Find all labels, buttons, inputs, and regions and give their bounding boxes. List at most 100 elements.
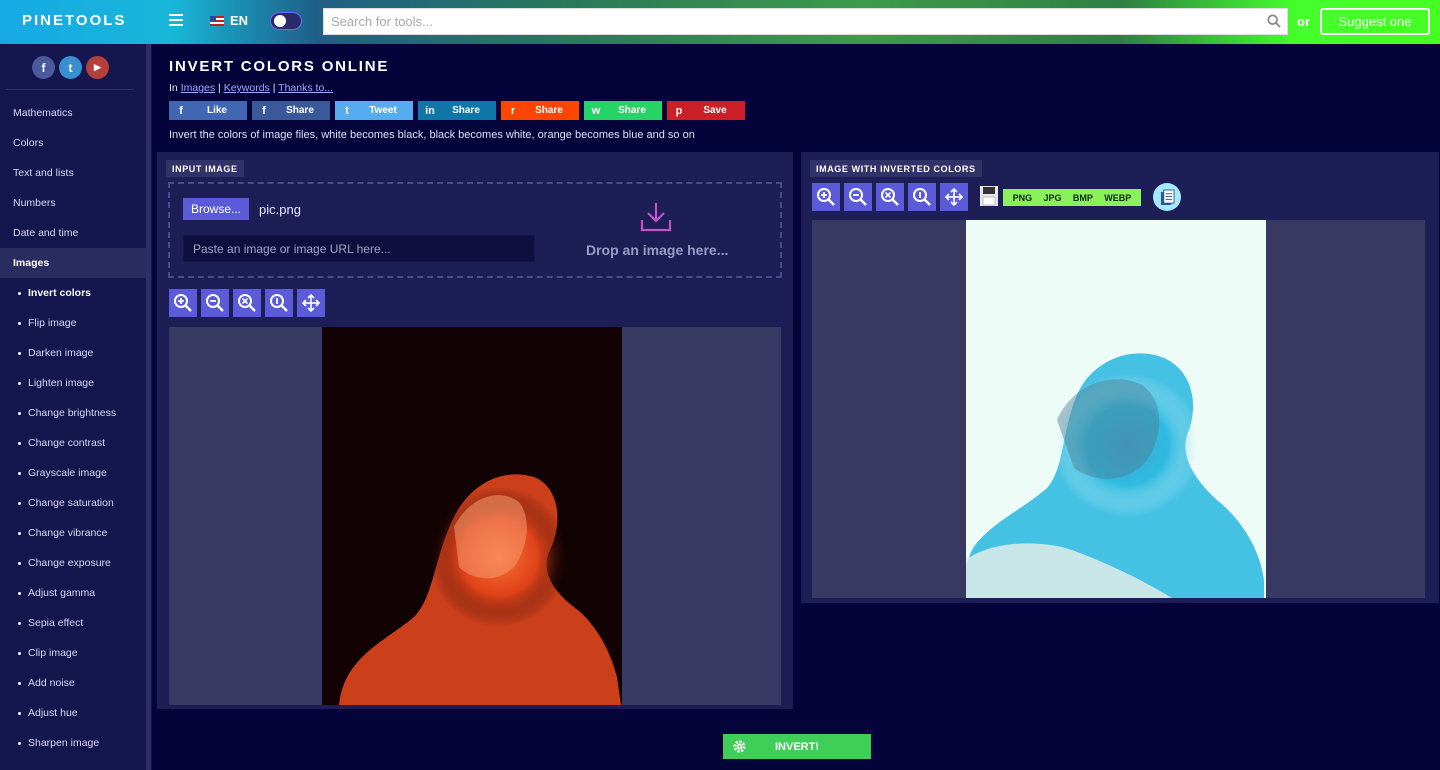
download-bmp-button[interactable]: BMP [1073, 193, 1093, 203]
sidebar-divider [6, 89, 134, 90]
sidebar-subitem-adjust-gamma[interactable]: Adjust gamma [0, 578, 146, 608]
copy-to-clipboard-button[interactable] [1153, 183, 1181, 211]
whatsapp-icon: w [591, 104, 601, 117]
sidebar-subitem-lighten-image[interactable]: Lighten image [0, 368, 146, 398]
sidebar-item-colors[interactable]: Colors [0, 128, 146, 158]
site-logo[interactable]: PINETOOLS [22, 12, 126, 29]
sidebar-subitem-change-brightness[interactable]: Change brightness [0, 398, 146, 428]
sidebar-scrollbar[interactable] [146, 44, 151, 770]
dark-mode-toggle[interactable] [270, 12, 302, 30]
download-webp-button[interactable]: WEBP [1104, 193, 1131, 203]
sidebar-subitem-darken-image[interactable]: Darken image [0, 338, 146, 368]
output-zoom-actual-size-button[interactable] [908, 183, 936, 211]
zoom-in-button[interactable] [169, 289, 197, 317]
move-button[interactable] [297, 289, 325, 317]
zoom-actual-icon [270, 294, 288, 312]
share-label: Save [703, 105, 727, 116]
sidebar-item-numbers[interactable]: Numbers [0, 188, 146, 218]
input-image-panel: INPUT IMAGE Browse... pic.png Drop an im… [157, 152, 793, 709]
sidebar-subitem-clip-image[interactable]: Clip image [0, 638, 146, 668]
language-selector[interactable]: EN [210, 13, 248, 28]
output-zoom-reset-button[interactable] [876, 183, 904, 211]
zoom-reset-icon [881, 188, 899, 206]
top-header: PINETOOLS EN or Suggest one [0, 0, 1440, 44]
page-title: INVERT COLORS ONLINE [169, 58, 390, 75]
output-image-label: IMAGE WITH INVERTED COLORS [810, 160, 982, 177]
search-bar [323, 8, 1288, 35]
whatsapp-share-button[interactable]: w Share [584, 101, 662, 120]
download-icon [640, 203, 672, 232]
share-label: Share [535, 105, 563, 116]
share-label: Tweet [369, 105, 397, 116]
facebook-like-button[interactable]: f Like [169, 101, 247, 120]
output-zoom-in-button[interactable] [812, 183, 840, 211]
or-text: or [1297, 14, 1310, 29]
reddit-share-button[interactable]: r Share [501, 101, 579, 120]
sidebar-subitem-grayscale-image[interactable]: Grayscale image [0, 458, 146, 488]
sidebar-item-date-and-time[interactable]: Date and time [0, 218, 146, 248]
output-image-canvas[interactable] [812, 220, 1425, 598]
drop-image-text: Drop an image here... [586, 242, 729, 258]
invert-button[interactable]: INVERT! [723, 734, 871, 759]
pinterest-save-button[interactable]: p Save [667, 101, 745, 120]
zoom-out-button[interactable] [201, 289, 229, 317]
youtube-icon[interactable]: ▶ [86, 56, 109, 79]
download-jpg-button[interactable]: JPG [1044, 193, 1062, 203]
breadcrumb-link-images[interactable]: Images [181, 82, 215, 94]
sidebar-subitem-invert-colors[interactable]: Invert colors [0, 278, 146, 308]
sidebar-subitem-change-vibrance[interactable]: Change vibrance [0, 518, 146, 548]
clipboard-icon [1160, 189, 1175, 205]
breadcrumb-link-thanks[interactable]: Thanks to... [278, 82, 333, 94]
breadcrumb-link-keywords[interactable]: Keywords [224, 82, 270, 94]
twitter-icon[interactable]: t [59, 56, 82, 79]
sidebar-subitem-flip-image[interactable]: Flip image [0, 308, 146, 338]
pinterest-icon: p [675, 104, 683, 117]
image-url-field [183, 235, 535, 262]
search-icon[interactable] [1267, 14, 1281, 28]
output-image-preview [966, 220, 1266, 598]
share-label: Share [452, 105, 480, 116]
linkedin-share-button[interactable]: in Share [418, 101, 496, 120]
sidebar-item-text-and-lists[interactable]: Text and lists [0, 158, 146, 188]
input-image-preview [322, 327, 622, 705]
search-input[interactable] [324, 9, 1254, 34]
image-url-input[interactable] [184, 236, 534, 261]
selected-filename: pic.png [259, 202, 301, 217]
sidebar-subitem-sepia-effect[interactable]: Sepia effect [0, 608, 146, 638]
zoom-in-icon [817, 188, 835, 206]
twitter-tweet-button[interactable]: t Tweet [335, 101, 413, 120]
download-format-bar: PNG JPG BMP WEBP [1003, 189, 1141, 206]
sidebar-subitem-change-contrast[interactable]: Change contrast [0, 428, 146, 458]
output-zoom-out-button[interactable] [844, 183, 872, 211]
browse-button[interactable]: Browse... [183, 198, 249, 220]
breadcrumb: In Images | Keywords | Thanks to... [169, 82, 334, 94]
breadcrumb-prefix: In [169, 82, 178, 94]
zoom-out-icon [849, 188, 867, 206]
sidebar-subitem-add-noise[interactable]: Add noise [0, 668, 146, 698]
output-image-panel: IMAGE WITH INVERTED COLORS PNG JPG BMP W… [801, 152, 1439, 603]
zoom-actual-icon [913, 188, 931, 206]
share-label: Share [286, 105, 314, 116]
sidebar-item-images[interactable]: Images [0, 248, 146, 278]
reddit-icon: r [510, 104, 516, 117]
linkedin-icon: in [425, 104, 435, 117]
gear-icon [733, 740, 746, 753]
sidebar-item-mathematics[interactable]: Mathematics [0, 98, 146, 128]
output-move-button[interactable] [940, 183, 968, 211]
sidebar-subitem-sharpen-image[interactable]: Sharpen image [0, 728, 146, 758]
sidebar-subitem-adjust-hue[interactable]: Adjust hue [0, 698, 146, 728]
zoom-in-icon [174, 294, 192, 312]
hamburger-menu-icon[interactable] [169, 14, 183, 26]
facebook-icon[interactable]: f [32, 56, 55, 79]
sidebar-subitem-change-saturation[interactable]: Change saturation [0, 488, 146, 518]
image-dropzone[interactable]: Browse... pic.png Drop an image here... [168, 182, 782, 278]
sidebar-subitem-change-exposure[interactable]: Change exposure [0, 548, 146, 578]
facebook-icon: f [262, 104, 266, 117]
zoom-reset-button[interactable] [233, 289, 261, 317]
suggest-one-button[interactable]: Suggest one [1320, 8, 1430, 35]
input-image-canvas[interactable] [169, 327, 781, 705]
share-label: Share [618, 105, 646, 116]
zoom-actual-size-button[interactable] [265, 289, 293, 317]
facebook-share-button[interactable]: f Share [252, 101, 330, 120]
download-png-button[interactable]: PNG [1013, 193, 1033, 203]
